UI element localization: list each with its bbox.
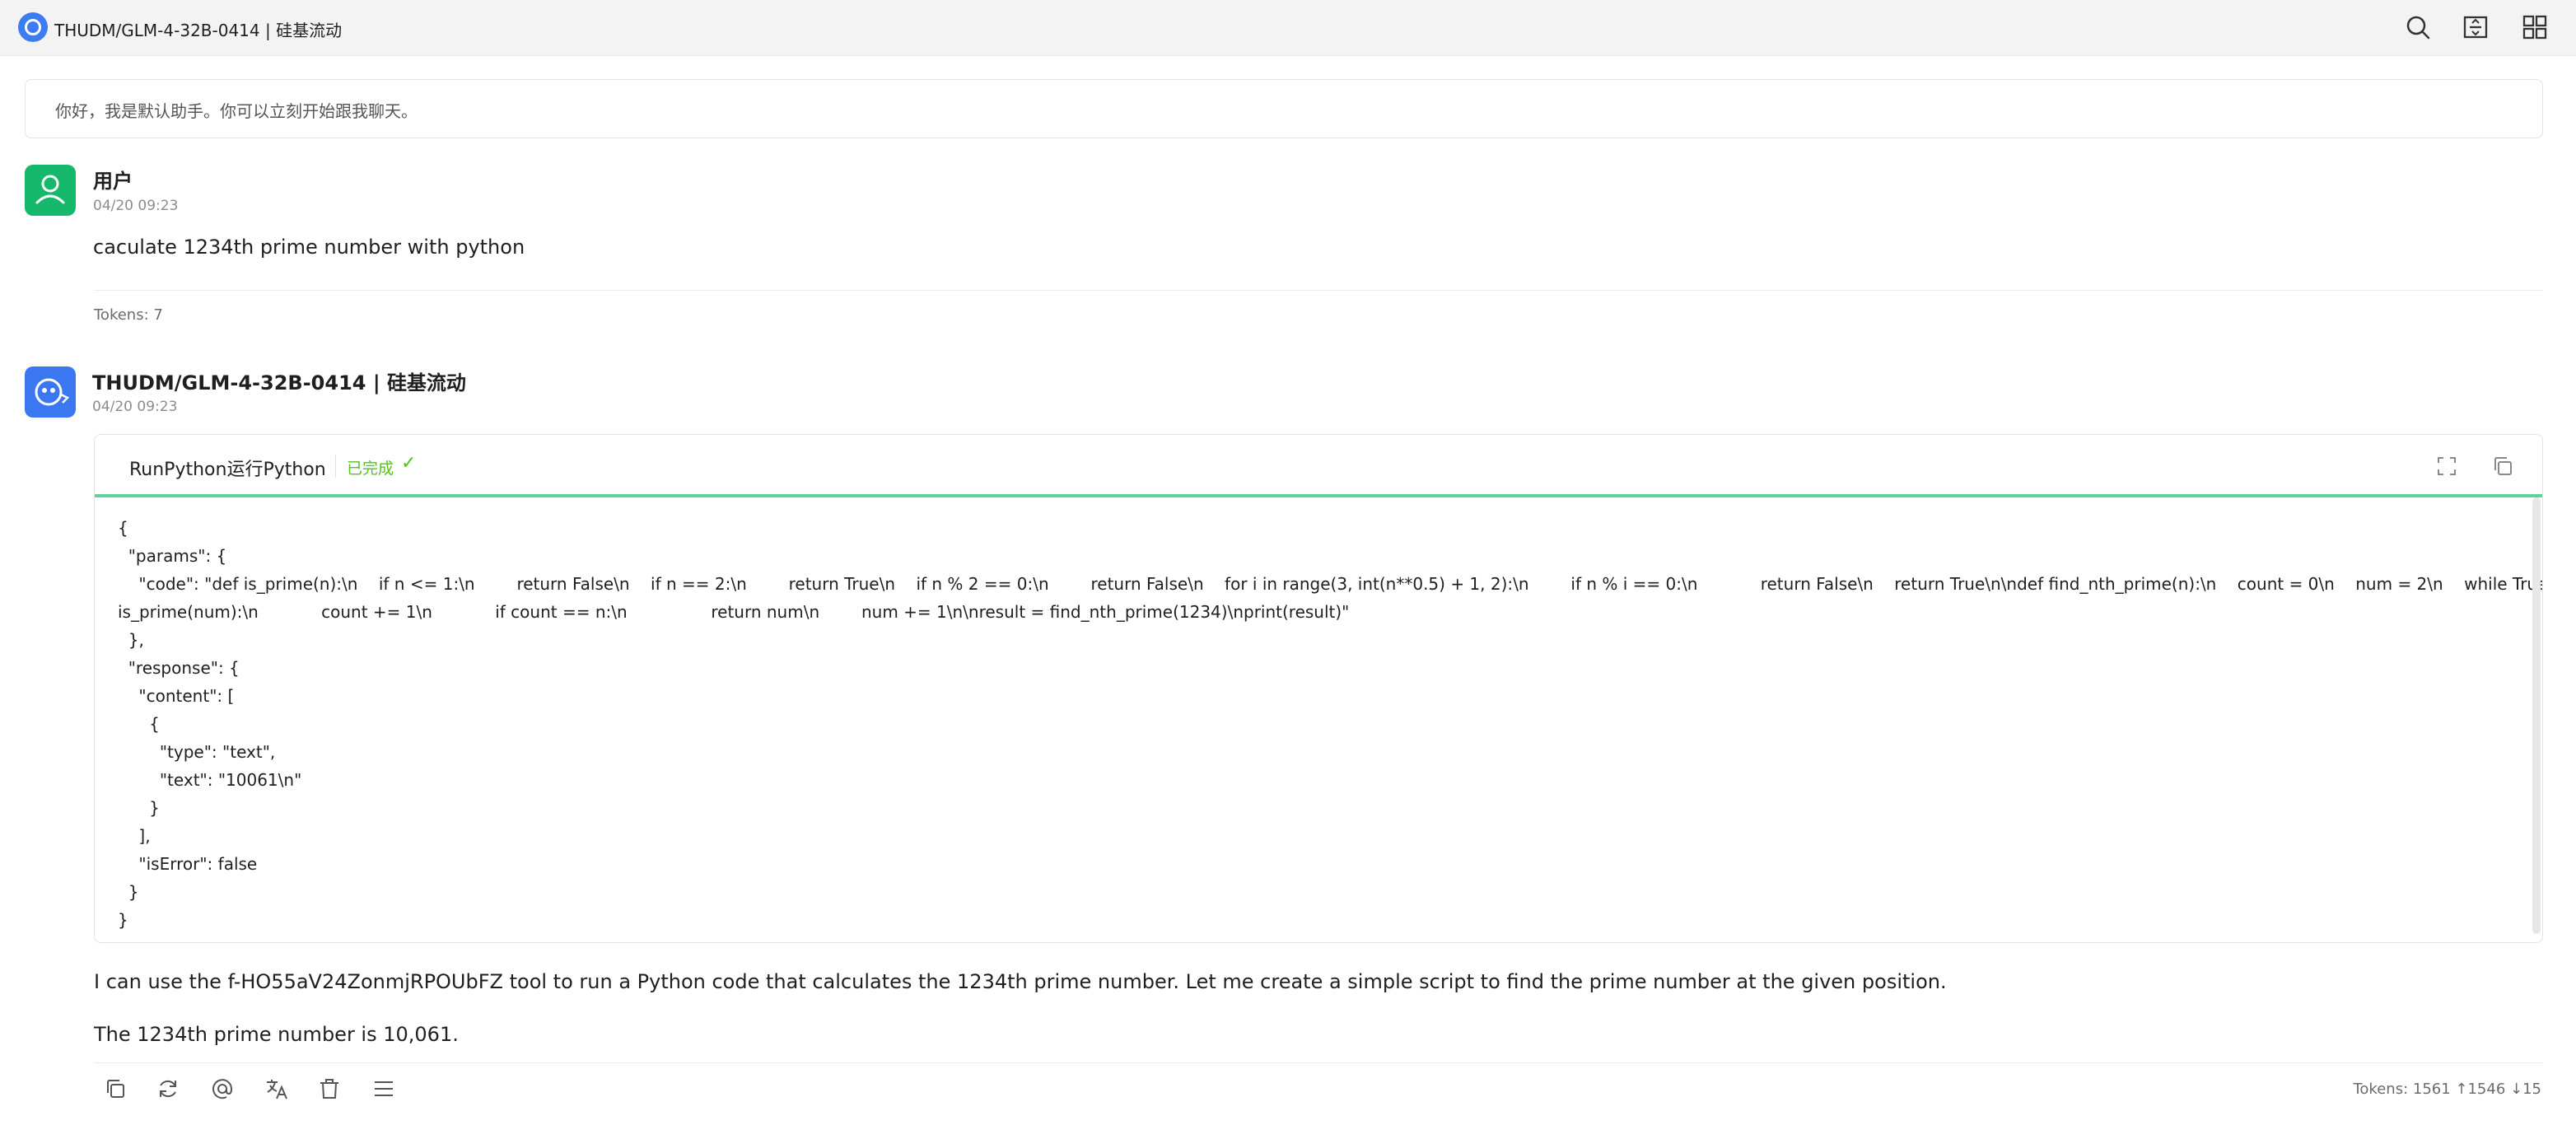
user-token-count: Tokens: 7 bbox=[94, 306, 163, 324]
code-line: is_prime(num):\n count += 1\n if count =… bbox=[118, 602, 1350, 622]
copy-icon[interactable] bbox=[2490, 453, 2516, 479]
code-line: "isError": false bbox=[118, 854, 258, 874]
code-line: "text": "10061\n" bbox=[118, 770, 302, 790]
code-line: } bbox=[118, 798, 160, 818]
tool-call-block: RunPython运行Python 已完成 ✓ { "params": { "c… bbox=[94, 434, 2543, 943]
user-message-text: caculate 1234th prime number with python bbox=[93, 236, 525, 259]
message-divider bbox=[94, 290, 2543, 291]
code-line: "params": { bbox=[118, 546, 227, 566]
code-line: ], bbox=[118, 826, 151, 846]
user-avatar bbox=[25, 165, 76, 216]
code-line: } bbox=[118, 910, 128, 930]
title-bar: THUDM/GLM-4-32B-0414 | 硅基流动 bbox=[0, 0, 2576, 56]
user-author-name: 用户 bbox=[93, 170, 133, 193]
code-line: "type": "text", bbox=[118, 742, 276, 762]
welcome-banner: 你好，我是默认助手。你可以立刻开始跟我聊天。 bbox=[25, 79, 2543, 138]
search-icon[interactable] bbox=[2403, 12, 2433, 42]
user-timestamp: 04/20 09:23 bbox=[93, 198, 179, 214]
code-line: } bbox=[118, 882, 139, 902]
assistant-answer: The 1234th prime number is 10,061. bbox=[94, 1023, 459, 1046]
code-line: "response": { bbox=[118, 658, 240, 678]
window-title: THUDM/GLM-4-32B-0414 | 硅基流动 bbox=[54, 21, 343, 40]
welcome-text: 你好，我是默认助手。你可以立刻开始跟我聊天。 bbox=[55, 101, 418, 121]
translate-icon[interactable] bbox=[264, 1076, 290, 1102]
code-line: { bbox=[118, 518, 128, 538]
assistant-timestamp: 04/20 09:23 bbox=[92, 399, 178, 415]
tool-call-header[interactable]: RunPython运行Python 已完成 ✓ bbox=[95, 435, 2542, 497]
assistant-avatar bbox=[25, 366, 76, 418]
code-line: { bbox=[118, 714, 160, 734]
tool-header-separator bbox=[335, 455, 336, 478]
app-logo-icon bbox=[18, 12, 48, 42]
expand-panel-icon[interactable] bbox=[2461, 12, 2490, 42]
assistant-author-name: THUDM/GLM-4-32B-0414 | 硅基流动 bbox=[92, 371, 466, 394]
regenerate-icon[interactable] bbox=[155, 1076, 181, 1102]
assistant-token-count: Tokens: 1561 ↑1546 ↓15 bbox=[2353, 1081, 2541, 1098]
menu-icon[interactable] bbox=[371, 1076, 397, 1102]
delete-icon[interactable] bbox=[316, 1076, 343, 1102]
code-line: "content": [ bbox=[118, 686, 235, 706]
copy-icon[interactable] bbox=[102, 1076, 128, 1102]
tool-name: RunPython运行Python bbox=[129, 460, 326, 480]
tool-code-output: { "params": { "code": "def is_prime(n):\… bbox=[95, 497, 2542, 942]
assistant-paragraph: I can use the f-HO55aV24ZonmjRPOUbFZ too… bbox=[94, 970, 1947, 993]
mention-icon[interactable] bbox=[209, 1076, 236, 1102]
code-line: }, bbox=[118, 630, 144, 650]
fullscreen-icon[interactable] bbox=[2434, 453, 2460, 479]
code-scrollbar[interactable] bbox=[2532, 497, 2541, 934]
code-line: "code": "def is_prime(n):\n if n <= 1:\n… bbox=[118, 574, 2543, 594]
tool-status: 已完成 bbox=[347, 460, 394, 478]
check-icon: ✓ bbox=[401, 453, 417, 474]
message-divider bbox=[94, 1062, 2543, 1063]
grid-icon[interactable] bbox=[2520, 12, 2550, 42]
